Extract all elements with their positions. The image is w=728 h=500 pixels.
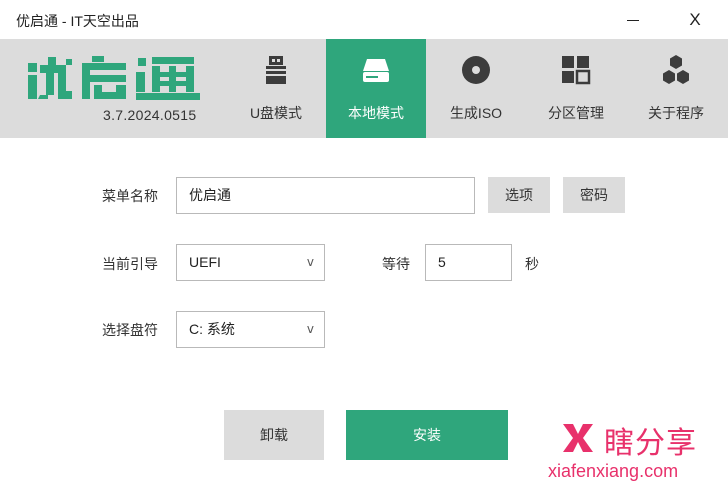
tab-usb-mode[interactable]: U盘模式 [226,39,326,138]
tab-label: U盘模式 [249,105,303,121]
tab-label: 本地模式 [348,105,404,121]
tab-label: 生成ISO [449,105,503,121]
menu-name-label: 菜单名称 [102,188,158,204]
boot-mode-select[interactable]: UEFI v [176,244,325,281]
minimize-button[interactable] [618,8,648,32]
chevron-down-icon: v [306,255,314,269]
app-logo [28,56,200,100]
chevron-down-icon: v [306,322,314,336]
watermark-x-icon [563,424,593,452]
tab-create-iso[interactable]: 生成ISO [426,39,526,138]
watermark-brand: 瞎分享 [604,427,697,460]
window-title: 优启通 - IT天空出品 [16,13,139,29]
tab-label: 关于程序 [648,105,704,121]
close-button[interactable]: X [680,8,710,32]
hexagon-cluster-icon [663,55,689,84]
menu-name-input[interactable]: 优启通 [176,177,475,214]
grid-icon [562,56,591,85]
minimize-icon [627,20,639,21]
install-button[interactable]: 安装 [346,410,508,460]
password-button[interactable]: 密码 [563,177,625,213]
app-version: 3.7.2024.0515 [103,107,197,123]
tab-label: 分区管理 [548,105,604,121]
drive-select[interactable]: C: 系统 v [176,311,325,348]
disc-icon [462,56,490,84]
tab-partition-manager[interactable]: 分区管理 [526,39,626,138]
hard-disk-icon [363,59,389,82]
watermark-url: xiafenxiang.com [548,461,679,481]
usb-drive-icon [266,56,286,84]
wait-unit-label: 秒 [525,256,539,272]
boot-mode-label: 当前引导 [102,256,158,272]
drive-label: 选择盘符 [102,322,158,338]
tab-about[interactable]: 关于程序 [626,39,726,138]
header-band: 3.7.2024.0515 U盘模式 本地模式 生成ISO 分区管理 关于程序 [0,39,728,138]
tab-local-mode[interactable]: 本地模式 [326,39,426,138]
wait-seconds-input[interactable]: 5 [425,244,512,281]
boot-mode-value: UEFI [189,254,221,270]
title-bar: 优启通 - IT天空出品 X [0,0,728,40]
wait-label: 等待 [382,256,410,272]
uninstall-button[interactable]: 卸载 [224,410,324,460]
options-button[interactable]: 选项 [488,177,550,213]
drive-value: C: 系统 [189,321,235,337]
